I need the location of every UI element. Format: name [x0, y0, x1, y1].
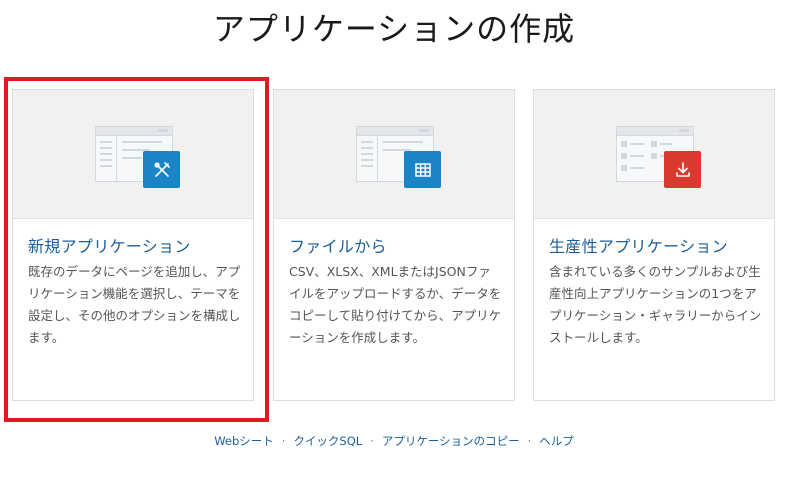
footer-links: Webシート · クイックSQL · アプリケーションのコピー · ヘルプ — [0, 433, 788, 449]
card-title[interactable]: ファイルから — [289, 233, 387, 257]
footer-separator: · — [527, 434, 532, 448]
card-title[interactable]: 生産性アプリケーション — [549, 233, 728, 257]
web-sheet-link[interactable]: Webシート — [214, 434, 274, 448]
card-description: 既存のデータにページを追加し、アプリケーション機能を選択し、テーマを設定し、その… — [28, 264, 241, 345]
table-grid-icon — [404, 151, 441, 188]
card-title[interactable]: 新規アプリケーション — [28, 233, 191, 257]
help-link[interactable]: ヘルプ — [539, 434, 574, 448]
footer-separator: · — [281, 434, 286, 448]
from-file-card[interactable]: ファイルから CSV、XLSX、XMLまたはJSONファイルをアップロードするか… — [273, 89, 515, 401]
wrench-pencil-icon — [143, 151, 180, 188]
card-thumbnail — [274, 90, 514, 219]
card-description: CSV、XLSX、XMLまたはJSONファイルをアップロードするか、データをコピ… — [289, 264, 502, 345]
page-title: アプリケーションの作成 — [212, 10, 576, 48]
download-icon — [664, 151, 701, 188]
new-application-card[interactable]: 新規アプリケーション 既存のデータにページを追加し、アプリケーション機能を選択し… — [12, 89, 254, 401]
copy-application-link[interactable]: アプリケーションのコピー — [382, 434, 520, 448]
quick-sql-link[interactable]: クイックSQL — [293, 434, 362, 448]
card-description: 含まれている多くのサンプルおよび生産性向上アプリケーションの1つをアプリケーショ… — [549, 264, 762, 345]
card-thumbnail — [13, 90, 253, 219]
card-thumbnail — [534, 90, 774, 219]
productivity-application-card[interactable]: 生産性アプリケーション 含まれている多くのサンプルおよび生産性向上アプリケーショ… — [533, 89, 775, 401]
footer-separator: · — [370, 434, 374, 448]
